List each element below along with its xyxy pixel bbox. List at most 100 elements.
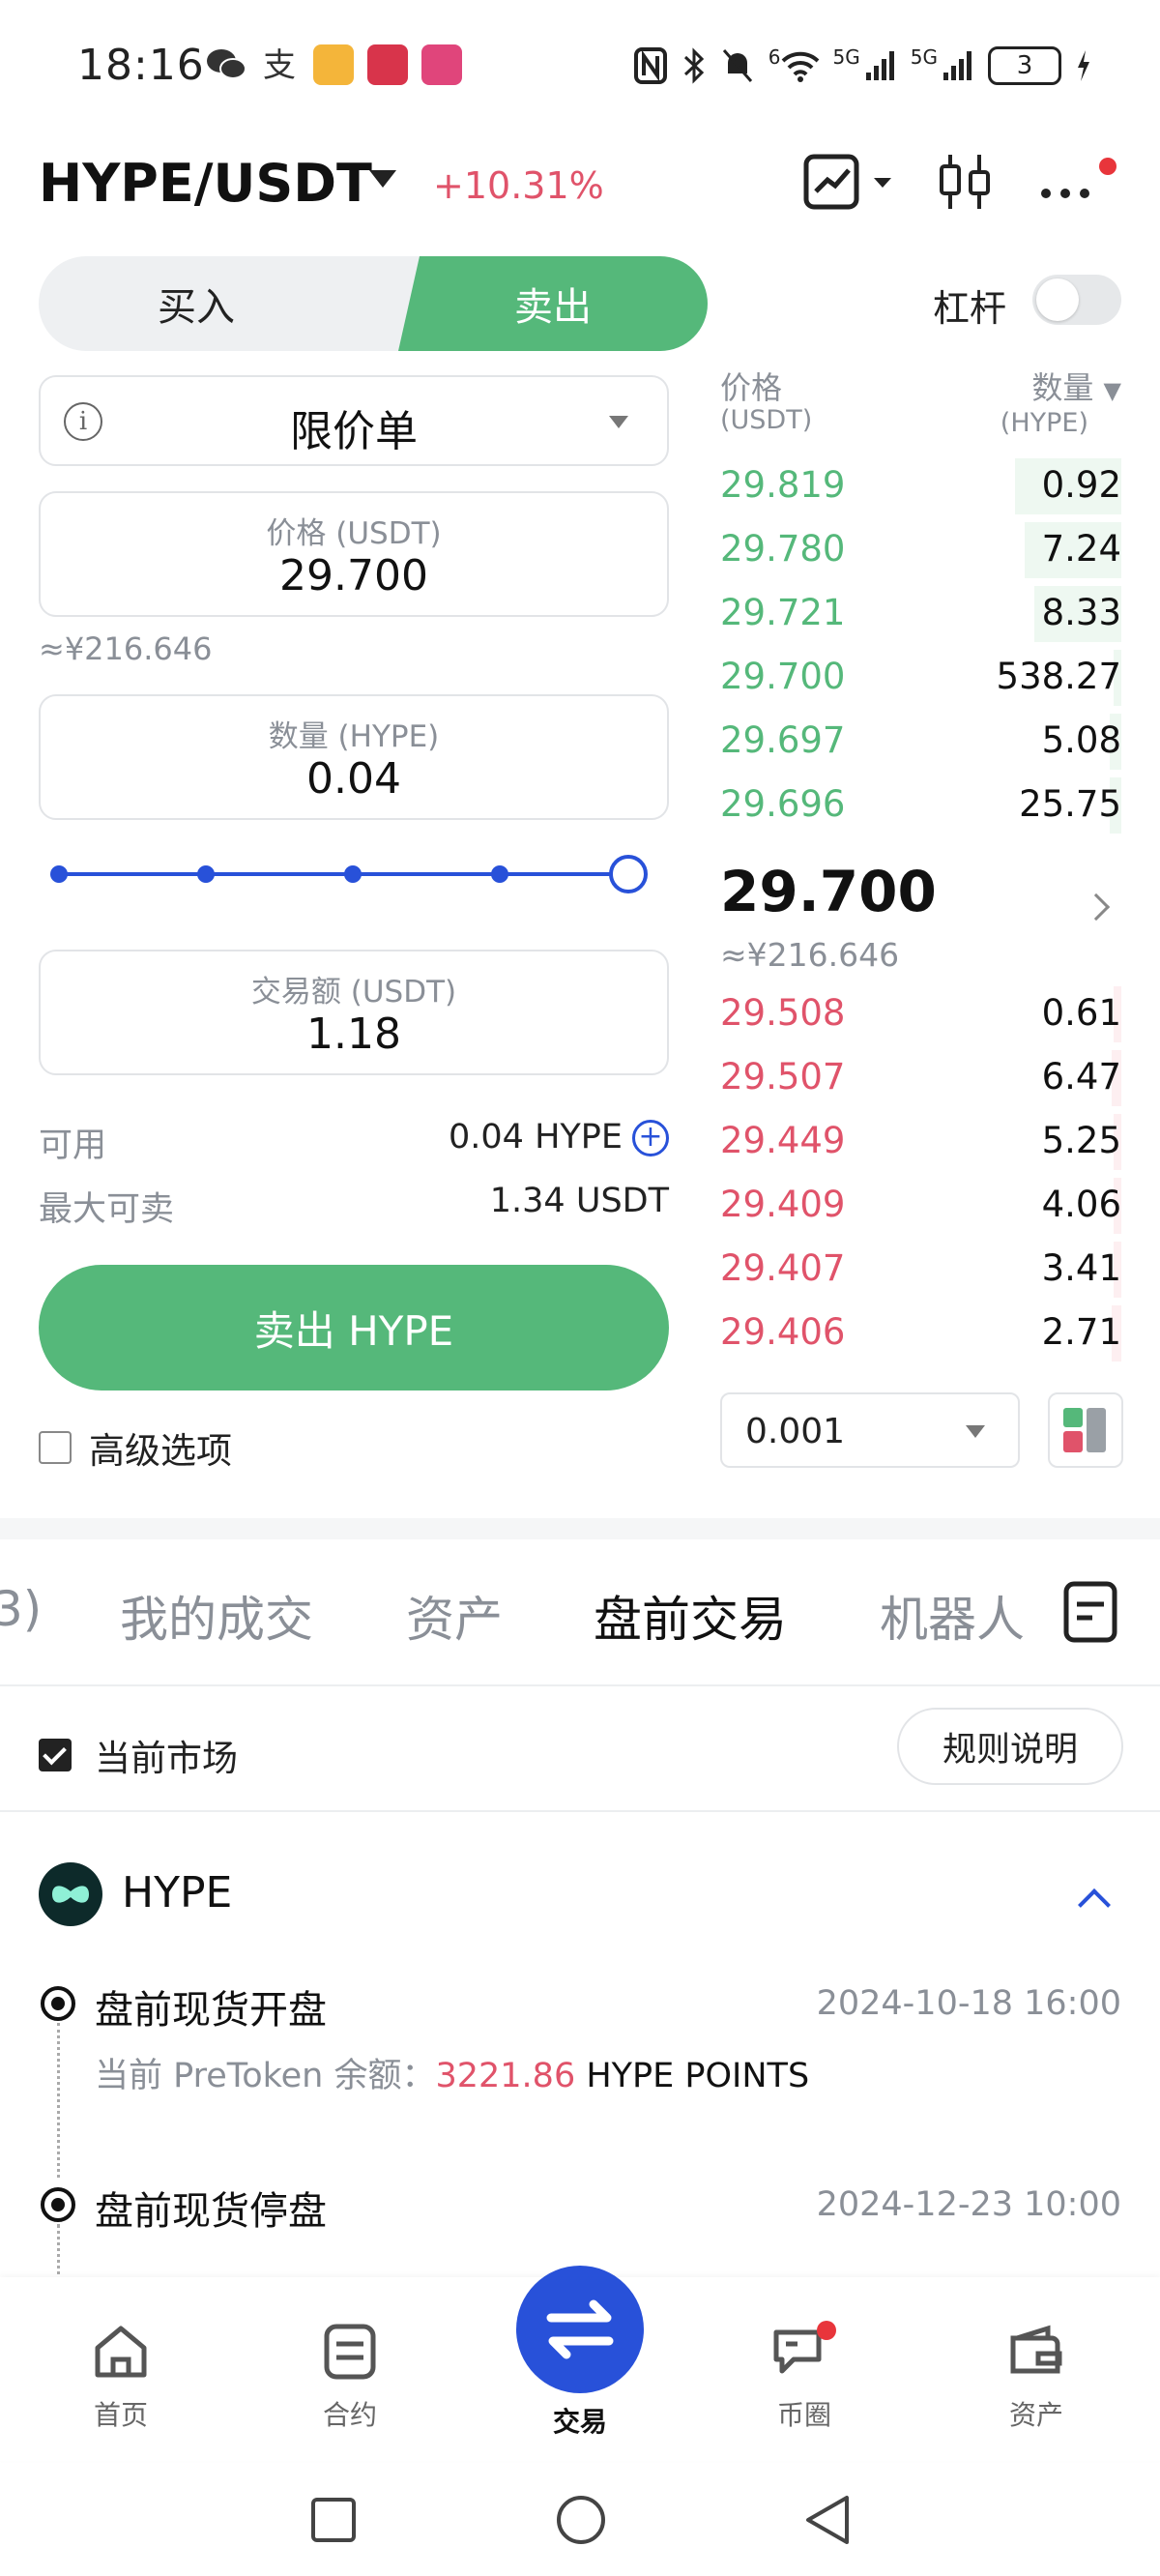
orderbook-price[interactable]: 29.696 xyxy=(720,783,845,825)
status-app-icons: 支 xyxy=(205,44,462,85)
pretoken-label: 当前 PreToken 余额： xyxy=(95,2057,436,2095)
precision-select[interactable]: 0.001 xyxy=(720,1392,1020,1468)
candlestick-icon[interactable] xyxy=(936,153,994,211)
orderbook-row[interactable]: 29.721 8.33 xyxy=(720,582,1121,646)
tab-bots[interactable]: 机器人 xyxy=(880,1581,1025,1651)
orderbook-price[interactable]: 29.819 xyxy=(720,464,845,506)
qty-sort-caret-icon[interactable]: ▼ xyxy=(1104,377,1121,404)
orderbook-price[interactable]: 29.406 xyxy=(720,1311,845,1353)
amount-input[interactable]: 交易额 (USDT) 1.18 xyxy=(39,950,669,1075)
orderbook-price[interactable]: 29.507 xyxy=(720,1056,845,1098)
rules-button[interactable]: 规则说明 xyxy=(897,1708,1123,1785)
available-value-wrap: 0.04 HYPE + xyxy=(449,1118,669,1156)
tab-partial[interactable]: 3) xyxy=(0,1581,42,1637)
orderbook-row[interactable]: 29.409 4.06 xyxy=(720,1174,1121,1238)
layout-grid-icon xyxy=(1063,1408,1106,1452)
tab-premarket[interactable]: 盘前交易 xyxy=(594,1581,787,1651)
slider-step-0[interactable] xyxy=(50,865,68,883)
orderbook-row[interactable]: 29.700 538.27 xyxy=(720,646,1121,710)
status-indicators: 6 5G 5G 3 xyxy=(633,45,1092,85)
current-market-filter[interactable]: 当前市场 xyxy=(39,1729,238,1781)
tab-my-trades[interactable]: 我的成交 xyxy=(120,1581,313,1651)
current-market-label: 当前市场 xyxy=(95,1738,238,1779)
orders-list-icon[interactable] xyxy=(1063,1581,1117,1643)
nav-home[interactable]: 首页 xyxy=(53,2321,188,2433)
orderbook-row[interactable]: 29.449 5.25 xyxy=(720,1110,1121,1174)
orderbook-qty: 2.71 xyxy=(1041,1311,1121,1353)
quantity-input[interactable]: 数量 (HYPE) 0.04 xyxy=(39,694,669,820)
divider xyxy=(0,1810,1160,1812)
precision-value: 0.001 xyxy=(745,1412,846,1451)
orderbook-row[interactable]: 29.819 0.92 xyxy=(720,454,1121,518)
price-value[interactable]: 29.700 xyxy=(41,551,667,600)
chevron-right-icon[interactable] xyxy=(1082,893,1111,922)
orderbook-row[interactable]: 29.697 5.08 xyxy=(720,710,1121,774)
nav-home-label: 首页 xyxy=(93,2399,148,2431)
orderbook-price[interactable]: 29.780 xyxy=(720,528,845,570)
orderbook-row[interactable]: 29.406 2.71 xyxy=(720,1302,1121,1365)
leverage-toggle[interactable] xyxy=(1032,275,1121,325)
home-circle-icon[interactable] xyxy=(555,2494,607,2546)
pair-selector[interactable]: HYPE/USDT xyxy=(39,153,372,214)
orderbook-qty: 5.08 xyxy=(1041,719,1121,761)
price-cny: ≈¥216.646 xyxy=(39,630,213,667)
orderbook-row[interactable]: 29.780 7.24 xyxy=(720,518,1121,582)
orderbook-row[interactable]: 29.507 6.47 xyxy=(720,1046,1121,1110)
tab-sell[interactable]: 卖出 xyxy=(398,256,708,351)
available-value: 0.04 HYPE xyxy=(449,1118,623,1156)
token-name: HYPE xyxy=(122,1868,233,1917)
orderbook-price[interactable]: 29.508 xyxy=(720,992,845,1034)
orderbook-row[interactable]: 29.508 0.61 xyxy=(720,982,1121,1046)
orderbook-qty-header[interactable]: 数量 ▼ (HYPE) xyxy=(1000,371,1121,440)
orderbook-price[interactable]: 29.407 xyxy=(720,1247,845,1289)
timeline-line xyxy=(57,2023,60,2178)
bluetooth-icon xyxy=(683,47,704,84)
pair-caret-icon[interactable] xyxy=(369,170,396,188)
order-type-select[interactable]: i 限价单 xyxy=(39,375,669,466)
timeline-time: 2024-12-23 10:00 xyxy=(816,2185,1121,2224)
quantity-value[interactable]: 0.04 xyxy=(41,754,667,804)
tab-buy[interactable]: 买入 xyxy=(39,256,354,351)
slider-handle[interactable] xyxy=(609,855,648,893)
nav-community[interactable]: 币圈 xyxy=(737,2321,872,2433)
chart-trend-icon[interactable] xyxy=(802,153,899,211)
orderbook-price[interactable]: 29.721 xyxy=(720,592,845,633)
nav-futures[interactable]: 合约 xyxy=(282,2321,418,2433)
orderbook-layout-icon[interactable] xyxy=(1048,1392,1123,1468)
slider-step-75[interactable] xyxy=(491,865,508,883)
orderbook-price[interactable]: 29.697 xyxy=(720,719,845,761)
current-market-checkbox[interactable] xyxy=(39,1739,72,1771)
status-bar: 18:16 支 6 5G 5G 3 xyxy=(0,0,1160,135)
timeline-line xyxy=(57,2224,60,2282)
nav-trade-button[interactable] xyxy=(516,2266,644,2393)
advanced-options[interactable]: 高级选项 xyxy=(39,1421,232,1474)
battery-icon: 3 xyxy=(988,46,1061,85)
orderbook-price[interactable]: 29.409 xyxy=(720,1184,845,1225)
orderbook-row[interactable]: 29.407 3.41 xyxy=(720,1238,1121,1302)
recent-apps-icon[interactable] xyxy=(309,2496,358,2544)
slider-step-25[interactable] xyxy=(197,865,215,883)
collapse-chevron-icon[interactable] xyxy=(1078,1888,1111,1921)
tab-assets[interactable]: 资产 xyxy=(406,1581,503,1651)
slider-step-50[interactable] xyxy=(344,865,362,883)
orderbook-price-title: 价格 xyxy=(720,369,783,406)
advanced-checkbox[interactable] xyxy=(39,1431,72,1464)
orderbook-row[interactable]: 29.696 25.75 xyxy=(720,774,1121,837)
mail-app-icon xyxy=(313,44,354,85)
nav-assets-label: 资产 xyxy=(1008,2399,1063,2431)
nav-assets[interactable]: 资产 xyxy=(969,2321,1104,2433)
timeline-title: 盘前现货停盘 xyxy=(95,2189,327,2234)
pretoken-unit: HYPE POINTS xyxy=(586,2057,810,2095)
amount-slider[interactable] xyxy=(50,855,648,893)
price-input[interactable]: 价格 (USDT) 29.700 xyxy=(39,491,669,617)
orderbook-price[interactable]: 29.700 xyxy=(720,656,845,697)
back-triangle-icon[interactable] xyxy=(802,2494,855,2546)
timeline-title: 盘前现货开盘 xyxy=(95,1988,327,2033)
more-options-icon[interactable] xyxy=(1034,153,1121,211)
add-funds-icon[interactable]: + xyxy=(632,1120,669,1156)
wechat-icon xyxy=(207,49,246,79)
sell-hype-button[interactable]: 卖出 HYPE xyxy=(39,1265,669,1390)
orderbook-price[interactable]: 29.449 xyxy=(720,1120,845,1161)
charging-icon xyxy=(1078,50,1089,81)
amount-value[interactable]: 1.18 xyxy=(41,1010,667,1059)
